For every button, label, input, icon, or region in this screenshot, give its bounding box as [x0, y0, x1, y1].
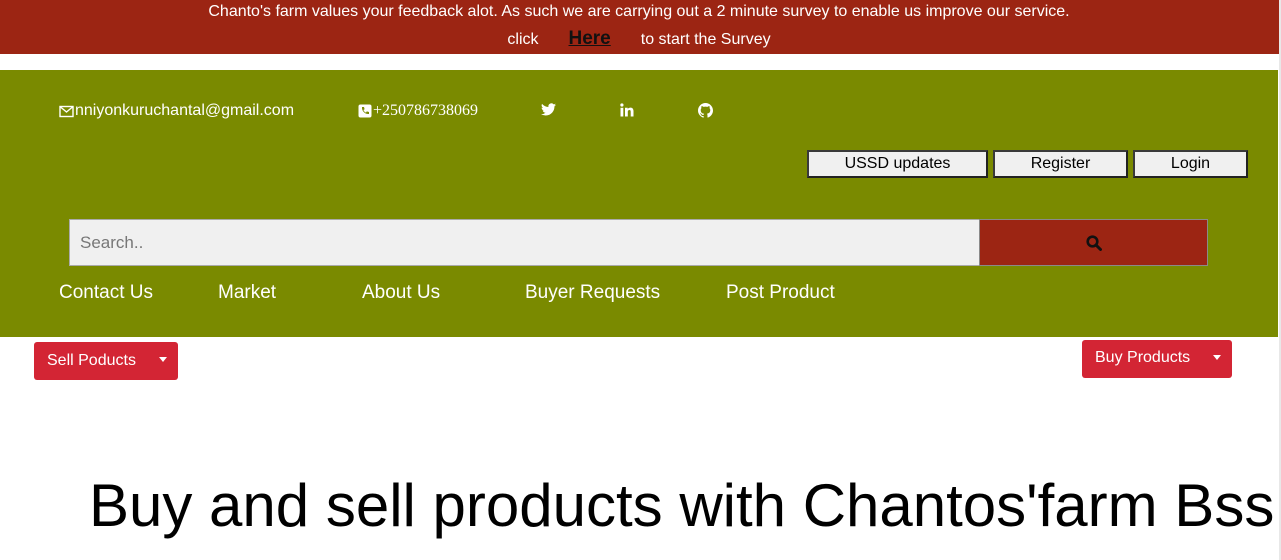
nav-buyer-requests[interactable]: Buyer Requests — [525, 282, 660, 304]
survey-prefix: click — [507, 31, 539, 48]
nav-about-us[interactable]: About Us — [362, 282, 440, 304]
survey-banner: Chanto's farm values your feedback alot.… — [0, 0, 1280, 54]
envelope-icon — [59, 105, 74, 117]
buy-products-dropdown[interactable]: Buy Products — [1082, 340, 1232, 378]
login-button[interactable]: Login — [1133, 150, 1248, 178]
caret-down-icon[interactable] — [1202, 340, 1232, 378]
search-button[interactable] — [979, 219, 1208, 266]
email-contact[interactable]: nniyonkuruchantal@gmail.com — [59, 102, 294, 120]
github-icon[interactable] — [698, 103, 713, 123]
sell-products-label: Sell Poducts — [47, 352, 136, 369]
caret-down-icon[interactable] — [148, 342, 178, 380]
hero-title: Buy and sell products with Chantos'farm … — [89, 472, 1275, 539]
phone-text: +250786738069 — [373, 102, 479, 119]
email-text: nniyonkuruchantal@gmail.com — [75, 102, 295, 119]
nav-market[interactable]: Market — [218, 282, 276, 304]
nav-contact-us[interactable]: Contact Us — [59, 282, 153, 304]
survey-cta: click Here to start the Survey — [0, 28, 1278, 50]
site-header: nniyonkuruchantal@gmail.com +25078673806… — [0, 70, 1278, 337]
survey-link[interactable]: Here — [569, 28, 611, 50]
phone-icon — [358, 104, 372, 118]
twitter-icon[interactable] — [541, 103, 556, 121]
register-button[interactable]: Register — [993, 150, 1128, 178]
search-input[interactable]: Search.. — [69, 219, 980, 266]
survey-suffix: to start the Survey — [640, 31, 771, 48]
buy-products-label: Buy Products — [1095, 349, 1191, 366]
phone-contact[interactable]: +250786738069 — [358, 102, 478, 120]
ussd-updates-button[interactable]: USSD updates — [807, 150, 988, 178]
linkedin-icon[interactable] — [620, 103, 634, 122]
nav-post-product[interactable]: Post Product — [726, 282, 835, 304]
survey-message: Chanto's farm values your feedback alot.… — [208, 3, 1070, 20]
sell-products-dropdown[interactable]: Sell Poducts — [34, 342, 178, 380]
search-icon — [1085, 234, 1102, 251]
